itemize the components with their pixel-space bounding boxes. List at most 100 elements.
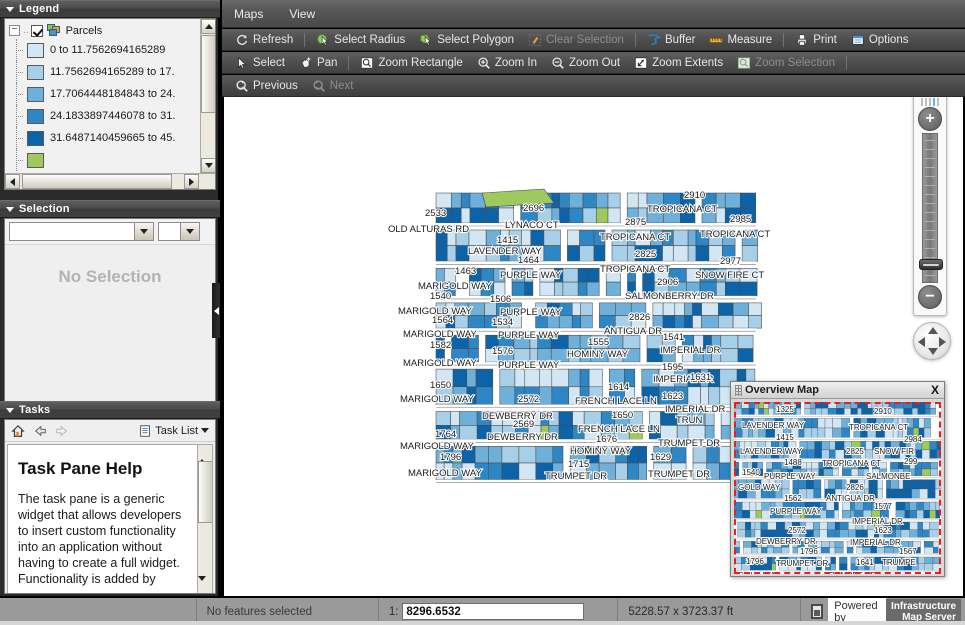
- parcel-polygon[interactable]: [447, 246, 456, 262]
- parcel-polygon[interactable]: [807, 441, 815, 450]
- parcel-polygon[interactable]: [596, 208, 608, 223]
- parcel-polygon[interactable]: [567, 246, 579, 262]
- parcel-polygon[interactable]: [759, 408, 764, 414]
- parcel-polygon[interactable]: [842, 502, 850, 510]
- parcel-polygon[interactable]: [912, 402, 918, 408]
- parcel-polygon[interactable]: [752, 547, 758, 553]
- parcel-polygon[interactable]: [834, 510, 838, 518]
- parcel-polygon[interactable]: [937, 441, 941, 450]
- parcel-polygon[interactable]: [835, 441, 844, 450]
- parcel-polygon[interactable]: [581, 303, 593, 316]
- parcel-polygon[interactable]: [451, 193, 461, 208]
- parcel-polygon[interactable]: [796, 402, 801, 408]
- chevron-down-icon[interactable]: [180, 223, 199, 240]
- parcel-polygon[interactable]: [718, 303, 733, 316]
- parcel-polygon[interactable]: [525, 282, 533, 296]
- parcel-polygon[interactable]: [772, 462, 781, 469]
- parcel-polygon[interactable]: [559, 425, 573, 439]
- parcel-polygon[interactable]: [910, 469, 915, 476]
- parcel-polygon[interactable]: [868, 408, 872, 414]
- toolbar-button-zoom-out[interactable]: Zoom Out: [544, 53, 627, 73]
- parcel-polygon[interactable]: [743, 547, 751, 553]
- parcel-polygon[interactable]: [924, 510, 930, 518]
- parcel-polygon[interactable]: [839, 557, 847, 564]
- parcel-polygon[interactable]: [749, 303, 762, 316]
- toolbar-button-zoom-rectangle[interactable]: Zoom Rectangle: [353, 53, 469, 73]
- parcel-polygon[interactable]: [910, 510, 917, 518]
- toolbar-button-measure[interactable]: Measure: [702, 30, 779, 50]
- toolbar-button-select-radius[interactable]: Select Radius: [309, 30, 412, 50]
- parcel-polygon[interactable]: [847, 547, 853, 553]
- parcel-polygon[interactable]: [922, 462, 931, 469]
- pan-east-icon[interactable]: [939, 337, 946, 347]
- parcel-polygon[interactable]: [673, 230, 688, 246]
- parcel-polygon[interactable]: [834, 502, 838, 510]
- parcel-polygon[interactable]: [749, 402, 754, 408]
- parcel-polygon[interactable]: [536, 446, 553, 463]
- task-scroll-up-button[interactable]: [198, 445, 212, 459]
- chevron-down-icon[interactable]: [201, 428, 209, 433]
- legend-vscroll-thumb[interactable]: [201, 35, 216, 113]
- legend-panel-header[interactable]: Legend: [0, 0, 220, 18]
- parcel-polygon[interactable]: [822, 450, 830, 459]
- parcel-polygon[interactable]: [931, 462, 938, 469]
- parcel-polygon[interactable]: [544, 246, 561, 262]
- task-vscroll-thumb[interactable]: [198, 461, 213, 523]
- parcel-polygon[interactable]: [930, 450, 937, 459]
- parcel-polygon[interactable]: [521, 230, 530, 246]
- parcel-polygon[interactable]: [925, 564, 933, 571]
- parcel-polygon[interactable]: [820, 522, 827, 530]
- parcel-polygon[interactable]: [835, 522, 839, 530]
- parcel-polygon[interactable]: [822, 402, 829, 408]
- parcel-polygon[interactable]: [829, 441, 835, 450]
- overview-map-titlebar[interactable]: Overview Map X: [731, 382, 944, 399]
- parcel-polygon[interactable]: [825, 418, 833, 428]
- parcel-polygon[interactable]: [863, 502, 871, 510]
- legend-scroll-down-button[interactable]: [201, 158, 216, 173]
- tasks-panel-header[interactable]: Tasks: [0, 401, 220, 419]
- parcel-polygon[interactable]: [716, 282, 725, 296]
- parcel-polygon[interactable]: [821, 541, 829, 547]
- parcel-polygon[interactable]: [814, 489, 821, 498]
- parcel-polygon[interactable]: [895, 408, 904, 414]
- legend-horizontal-scrollbar[interactable]: [5, 173, 215, 189]
- parcel-polygon[interactable]: [814, 480, 821, 489]
- parcel-polygon[interactable]: [755, 522, 761, 530]
- parcel-polygon[interactable]: [725, 193, 740, 208]
- parcel-polygon[interactable]: [936, 510, 940, 518]
- parcel-polygon[interactable]: [525, 369, 540, 387]
- parcel-polygon[interactable]: [502, 446, 519, 463]
- parcel-polygon[interactable]: [469, 230, 486, 246]
- parcel-polygon[interactable]: [623, 335, 640, 349]
- parcel-polygon[interactable]: [827, 530, 835, 538]
- parcel-polygon[interactable]: [475, 446, 488, 463]
- parcel-polygon[interactable]: [907, 418, 913, 428]
- parcel-polygon[interactable]: [701, 387, 709, 405]
- parcel-polygon[interactable]: [767, 557, 772, 564]
- parcel-polygon[interactable]: [831, 564, 836, 571]
- parcel-polygon[interactable]: [451, 208, 461, 223]
- parcel-polygon[interactable]: [878, 489, 883, 498]
- parcel-polygon[interactable]: [924, 428, 931, 438]
- parcel-polygon[interactable]: [825, 428, 833, 438]
- parcel-polygon[interactable]: [924, 418, 931, 428]
- parcel-polygon[interactable]: [583, 208, 596, 223]
- parcel-polygon[interactable]: [928, 489, 936, 498]
- parcel-polygon[interactable]: [608, 208, 620, 223]
- parcel-polygon[interactable]: [734, 557, 741, 564]
- parcel-polygon[interactable]: [822, 408, 829, 414]
- scale-input[interactable]: 8296.6532: [402, 603, 584, 620]
- parcel-polygon[interactable]: [804, 428, 812, 438]
- parcel-polygon[interactable]: [858, 469, 863, 476]
- parcel-polygon[interactable]: [899, 489, 903, 498]
- parcel-polygon[interactable]: [627, 193, 638, 208]
- parcel-polygon[interactable]: [851, 469, 858, 476]
- parcel-polygon[interactable]: [937, 450, 941, 459]
- parcel-polygon[interactable]: [745, 522, 750, 530]
- parcel-polygon[interactable]: [824, 469, 833, 476]
- parcel-polygon[interactable]: [587, 268, 599, 282]
- parcel-polygon[interactable]: [675, 316, 685, 329]
- toolbar-button-options[interactable]: Options: [844, 30, 916, 50]
- toolbar-button-select[interactable]: Select: [228, 53, 292, 73]
- parcel-polygon[interactable]: [901, 530, 910, 538]
